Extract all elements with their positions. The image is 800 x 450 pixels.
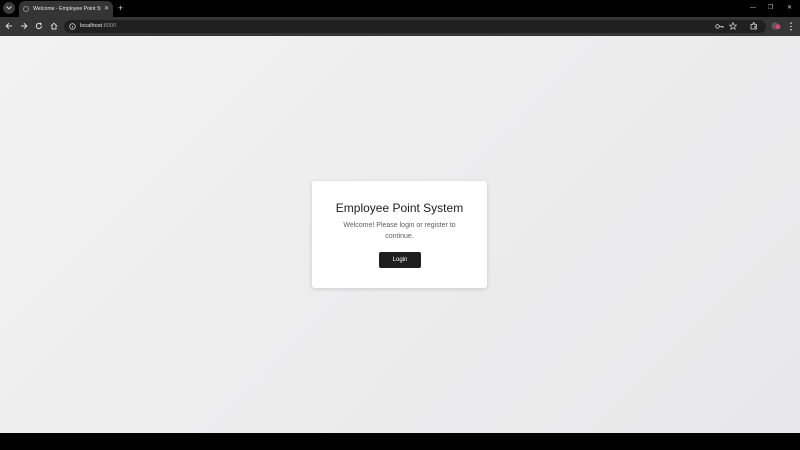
address-bar[interactable]: localhost:8000 [64,20,766,33]
profile-button[interactable] [771,21,781,31]
home-icon [50,22,58,30]
site-info-icon[interactable] [69,23,76,30]
profile-icon [771,22,781,30]
more-menu-button[interactable] [786,21,796,31]
reload-icon [35,22,43,30]
extensions-button[interactable] [749,21,759,31]
more-menu-icon [790,21,792,31]
url-text: localhost:8000 [80,23,117,29]
restore-button[interactable]: ❐ [768,4,773,12]
minimize-button[interactable]: — [750,4,756,12]
reload-button[interactable] [34,21,44,31]
tab-strip: Welcome - Employee Point Sys ✕ + — ❐ ✕ [0,0,800,17]
forward-icon [21,22,28,30]
close-window-button[interactable]: ✕ [787,4,792,12]
back-icon [5,22,12,30]
extensions-icon [750,22,757,30]
bookmark-star-icon[interactable] [729,22,737,30]
globe-icon [23,6,29,12]
login-button[interactable]: Login [379,252,421,268]
taskbar-area [0,433,800,450]
active-tab[interactable]: Welcome - Employee Point Sys ✕ [19,1,113,17]
home-button[interactable] [49,21,59,31]
page-title: Employee Point System [335,201,464,215]
tab-search-button[interactable] [3,2,15,14]
new-tab-button[interactable]: + [118,3,123,13]
password-key-icon[interactable] [715,23,724,30]
forward-button[interactable] [19,21,29,31]
welcome-message: Welcome! Please login or register to con… [343,222,456,240]
welcome-card: Employee Point System Welcome! Please lo… [312,181,487,288]
page-viewport: Employee Point System Welcome! Please lo… [0,36,800,433]
back-button[interactable] [4,21,14,31]
tab-title: Welcome - Employee Point Sys [33,6,101,12]
chevron-down-icon [6,6,12,10]
browser-toolbar: localhost:8000 [0,17,800,36]
tab-close-icon[interactable]: ✕ [104,6,109,12]
